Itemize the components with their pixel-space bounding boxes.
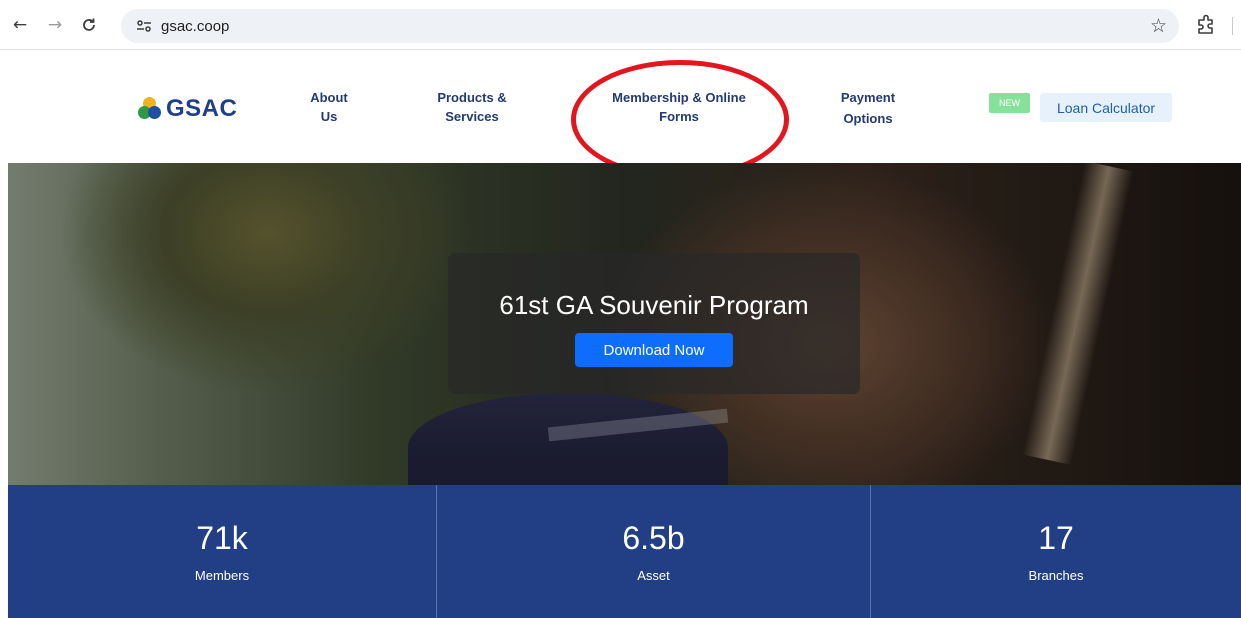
stat-value: 71k xyxy=(196,520,248,556)
loan-calculator-button[interactable]: Loan Calculator xyxy=(1040,93,1172,122)
nav-label: Forms xyxy=(659,109,699,124)
nav-label: Payment xyxy=(840,90,896,105)
bookmark-star-icon[interactable]: ☆ xyxy=(1150,15,1167,37)
nav-about-us[interactable]: About Us xyxy=(297,88,361,126)
stat-label: Branches xyxy=(1028,568,1084,583)
stats-band: 71k Members 6.5b Asset 17 Branches xyxy=(8,485,1241,618)
stat-branches: 17 Branches xyxy=(871,485,1241,618)
nav-label: About xyxy=(310,90,348,105)
nav-label: Options xyxy=(843,111,893,126)
site-info-icon[interactable] xyxy=(135,17,153,35)
address-bar[interactable]: gsac.coop ☆ xyxy=(121,9,1179,43)
back-icon[interactable]: ← xyxy=(9,14,31,36)
hero-banner: 61st GA Souvenir Program Download Now xyxy=(8,163,1241,485)
logo-text: GSAC xyxy=(166,95,238,122)
stat-label: Asset xyxy=(637,568,670,583)
nav-products-services[interactable]: Products & Services xyxy=(420,88,524,126)
url-text[interactable]: gsac.coop xyxy=(161,18,229,35)
stat-asset: 6.5b Asset xyxy=(437,485,870,618)
nav-label: Membership & Online xyxy=(612,90,746,105)
promo-title: 61st GA Souvenir Program xyxy=(499,290,809,320)
promo-card: 61st GA Souvenir Program Download Now xyxy=(448,253,860,394)
gsac-logo[interactable]: GSAC xyxy=(138,95,237,123)
download-now-button[interactable]: Download Now xyxy=(575,333,733,367)
nav-membership-online-forms[interactable]: Membership & Online Forms xyxy=(597,88,761,126)
stat-value: 17 xyxy=(1038,520,1074,556)
nav-label: Us xyxy=(320,109,338,124)
toolbar-divider xyxy=(1232,17,1233,35)
stat-members: 71k Members xyxy=(8,485,436,618)
extensions-icon[interactable] xyxy=(1196,14,1216,36)
stat-label: Members xyxy=(194,568,250,583)
browser-toolbar: ← → gsac.coop ☆ xyxy=(0,0,1241,50)
new-badge: NEW xyxy=(989,93,1030,113)
site-header: GSAC About Us Products & Services Member… xyxy=(0,51,1241,163)
reload-icon[interactable] xyxy=(78,14,100,36)
nav-label: Services xyxy=(445,109,499,124)
forward-icon[interactable]: → xyxy=(44,14,66,36)
logo-mark-icon xyxy=(138,97,162,121)
stat-value: 6.5b xyxy=(622,520,685,556)
nav-label: Products & xyxy=(437,90,507,105)
nav-payment-options[interactable]: Payment Options xyxy=(826,87,910,129)
